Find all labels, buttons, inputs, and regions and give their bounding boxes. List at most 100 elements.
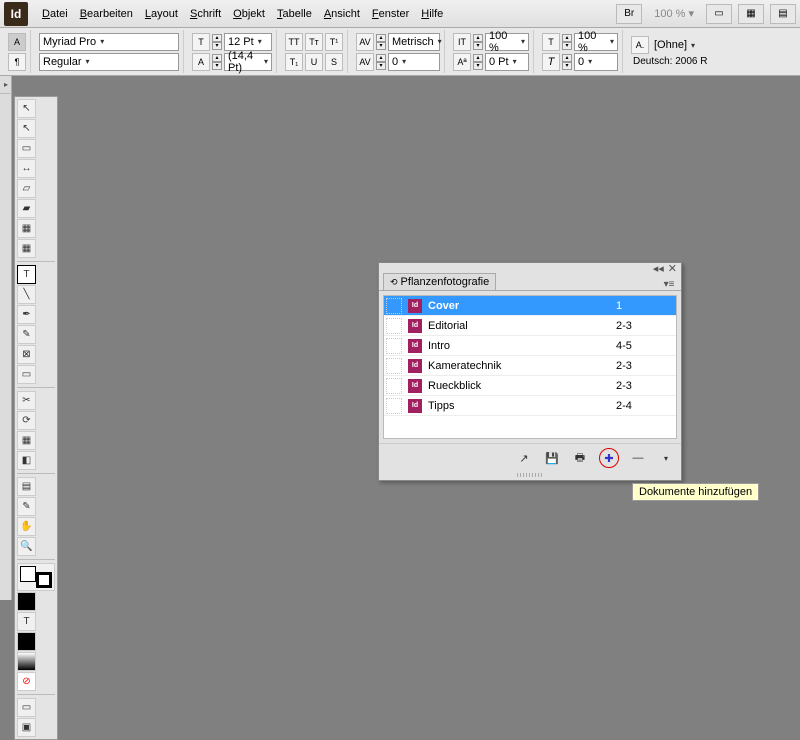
arrange-button[interactable]: ▦ <box>738 4 764 24</box>
vscale-icon: IT <box>453 33 471 51</box>
menu-objekt[interactable]: Objekt <box>227 4 271 24</box>
menu-tabelle[interactable]: Tabelle <box>271 4 318 24</box>
zoom-tool[interactable]: 🔍 <box>17 537 36 556</box>
sync-small-icon[interactable]: ↗ <box>515 450 533 466</box>
font-style-select[interactable]: Regular <box>39 53 179 71</box>
vscale-spinner[interactable]: ▴▾ <box>473 34 483 50</box>
panel-menu-button[interactable]: ▾≡ <box>661 279 677 290</box>
language-select[interactable]: Deutsch: 2006 R <box>631 56 708 67</box>
gradient-swatch-tool[interactable]: ▦ <box>17 431 36 450</box>
apply-none-button[interactable]: ⊘ <box>17 672 36 691</box>
bridge-button[interactable]: Br <box>616 4 642 24</box>
save-book-button[interactable]: 💾 <box>543 450 561 466</box>
pen-tool[interactable]: ✒ <box>17 305 36 324</box>
menu-fenster[interactable]: Fenster <box>366 4 415 24</box>
tracking-input[interactable]: 0 <box>388 53 440 71</box>
baseline-input[interactable]: 0 Pt <box>485 53 529 71</box>
page-tool[interactable]: ▭ <box>17 139 36 158</box>
rectangle-tool[interactable]: ▭ <box>17 365 36 384</box>
apply-color-button[interactable] <box>17 592 36 611</box>
type-tool[interactable]: T <box>17 265 36 284</box>
charstyle-select[interactable]: [Ohne] <box>651 36 707 54</box>
superscript-button[interactable]: T¹ <box>325 33 343 51</box>
zoom-display[interactable]: 100 % ▾ <box>648 7 700 20</box>
underline-button[interactable]: U <box>305 53 323 71</box>
tracking-spinner[interactable]: ▴▾ <box>376 54 386 70</box>
panel-close-button[interactable]: ✕ <box>668 262 677 275</box>
book-row[interactable]: IdTipps2-4 <box>384 396 676 416</box>
row-name: Intro <box>426 340 616 352</box>
hscale-input[interactable]: 100 % <box>574 33 618 51</box>
print-book-button[interactable]: 🖶 <box>571 450 589 466</box>
menu-datei[interactable]: Datei <box>36 4 74 24</box>
rectangle-frame-tool[interactable]: ⊠ <box>17 345 36 364</box>
direct-selection-tool[interactable]: ↖ <box>17 119 36 138</box>
menu-bearbeiten[interactable]: Bearbeiten <box>74 4 139 24</box>
kerning-spinner[interactable]: ▴▾ <box>376 34 386 50</box>
panel-collapse-button[interactable]: ◂◂ <box>653 262 664 275</box>
apply-gradient-button[interactable] <box>17 652 36 671</box>
note-tool[interactable]: ▤ <box>17 477 36 496</box>
leading-spinner[interactable]: ▴▾ <box>212 54 222 70</box>
book-row[interactable]: IdKameratechnik2-3 <box>384 356 676 376</box>
scissors-tool[interactable]: ✂ <box>17 391 36 410</box>
menu-layout[interactable]: Layout <box>139 4 184 24</box>
baseline-spinner[interactable]: ▴▾ <box>473 54 483 70</box>
book-row[interactable]: IdRueckblick2-3 <box>384 376 676 396</box>
selection-tool[interactable]: ↖ <box>17 99 36 118</box>
separator <box>17 261 55 262</box>
skew-icon: T <box>542 53 560 71</box>
font-family-select[interactable]: Myriad Pro <box>39 33 179 51</box>
fill-stroke-swatch[interactable] <box>17 563 55 591</box>
tracking-icon: AV <box>356 53 374 71</box>
font-size-spinner[interactable]: ▴▾ <box>212 34 222 50</box>
apply-solid-button[interactable] <box>17 632 36 651</box>
remove-document-button[interactable]: — <box>629 450 647 466</box>
panel-scroll-down[interactable]: ▾ <box>657 450 675 466</box>
tooltip: Dokumente hinzufügen <box>632 483 759 501</box>
rail-collapse-button[interactable]: ▸ <box>0 76 12 94</box>
skew-input[interactable]: 0 <box>574 53 618 71</box>
gradient-feather-tool[interactable]: ◧ <box>17 451 36 470</box>
screen-mode-button[interactable]: ▭ <box>706 4 732 24</box>
guides-tool[interactable]: ▦ <box>17 219 36 238</box>
row-name: Rueckblick <box>426 380 616 392</box>
skew-spinner[interactable]: ▴▾ <box>562 54 572 70</box>
content-placer-tool[interactable]: ▰ <box>17 199 36 218</box>
eyedropper-tool[interactable]: ✎ <box>17 497 36 516</box>
hscale-spinner[interactable]: ▴▾ <box>562 34 572 50</box>
kerning-select[interactable]: Metrisch <box>388 33 440 51</box>
para-format-button[interactable]: ¶ <box>8 53 26 71</box>
view-mode-normal[interactable]: ▭ <box>17 698 36 717</box>
vscale-input[interactable]: 100 % <box>485 33 529 51</box>
row-status-box <box>386 358 402 374</box>
guides-tool-2[interactable]: ▦ <box>17 239 36 258</box>
menu-hilfe[interactable]: Hilfe <box>415 4 449 24</box>
font-size-input[interactable]: 12 Pt <box>224 33 272 51</box>
panel-tab-book[interactable]: ⟲ Pflanzenfotografie <box>383 273 496 290</box>
gap-tool[interactable]: ↔ <box>17 159 36 178</box>
menu-schrift[interactable]: Schrift <box>184 4 227 24</box>
content-collector-tool[interactable]: ▱ <box>17 179 36 198</box>
leading-input[interactable]: (14,4 Pt) <box>224 53 272 71</box>
subscript-button[interactable]: T₁ <box>285 53 303 71</box>
strikethrough-button[interactable]: S <box>325 53 343 71</box>
smallcaps-button[interactable]: Tᴛ <box>305 33 323 51</box>
hand-tool[interactable]: ✋ <box>17 517 36 536</box>
char-format-button[interactable]: A <box>8 33 26 51</box>
menu-ansicht[interactable]: Ansicht <box>318 4 366 24</box>
allcaps-button[interactable]: TT <box>285 33 303 51</box>
free-transform-tool[interactable]: ⟳ <box>17 411 36 430</box>
book-row[interactable]: IdIntro4-5 <box>384 336 676 356</box>
line-tool[interactable]: ╲ <box>17 285 36 304</box>
panel-resize-grip[interactable]: ııııııııı <box>379 472 681 480</box>
book-row[interactable]: IdEditorial2-3 <box>384 316 676 336</box>
workspace-button[interactable]: ▤ <box>770 4 796 24</box>
view-mode-preview[interactable]: ▣ <box>17 718 36 737</box>
control-bar: A ¶ Myriad Pro Regular T ▴▾ 12 Pt A ▴▾ (… <box>0 28 800 76</box>
app-logo: Id <box>4 2 28 26</box>
add-document-button[interactable]: ✚ <box>599 448 619 468</box>
apply-text-button[interactable]: T <box>17 612 36 631</box>
book-row[interactable]: IdCover1 <box>384 296 676 316</box>
pencil-tool[interactable]: ✎ <box>17 325 36 344</box>
